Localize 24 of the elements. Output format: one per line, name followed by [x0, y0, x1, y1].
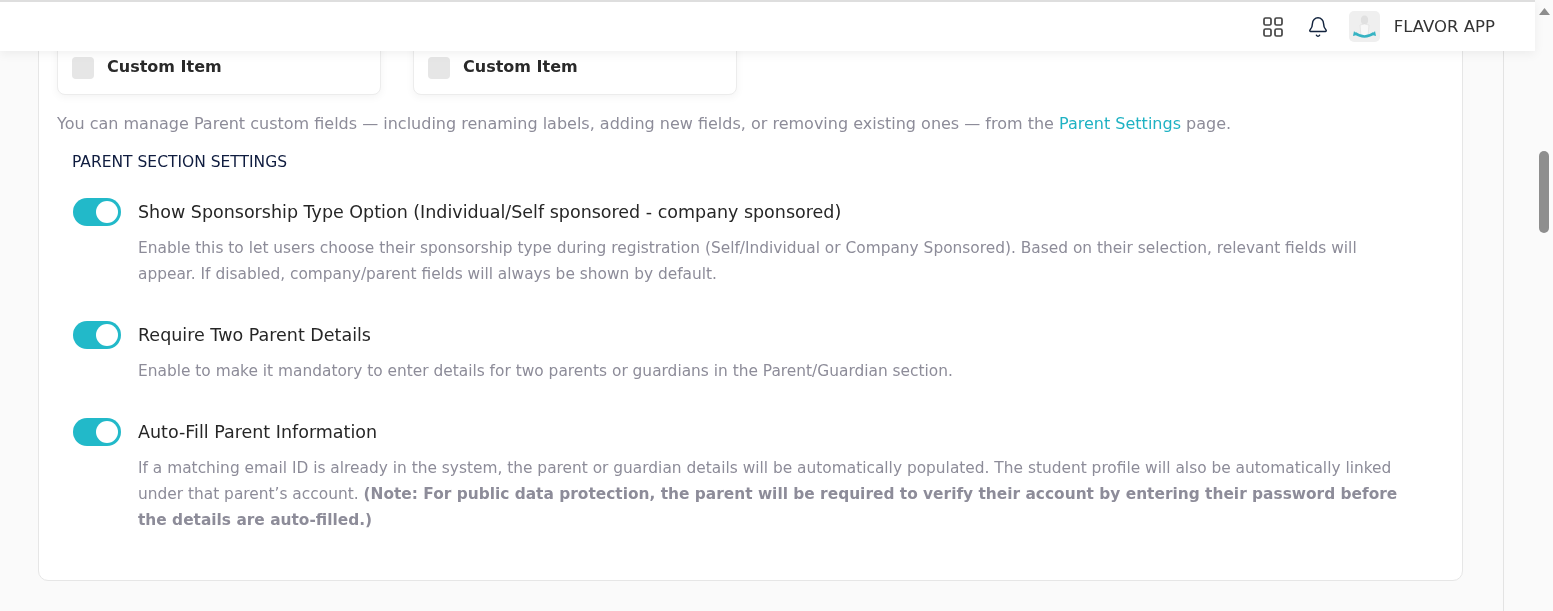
checkbox[interactable]: [72, 57, 94, 79]
toggle-switch[interactable]: [73, 321, 121, 349]
setting-title: Show Sponsorship Type Option (Individual/Self sponsored - company sponsored): [138, 201, 843, 224]
bell-icon: [1306, 15, 1329, 38]
avatar-icon[interactable]: [1348, 11, 1380, 42]
app-name: FLAVOR APP: [1393, 17, 1495, 36]
section-heading: PARENT SECTION SETTINGS: [72, 152, 289, 172]
setting-description: Enable this to let users choose their sponsorship type during registration (Self/Individual or Company Sponsored). Based on their selection, relevant fields will appear. If disabled, company/parent fields will always be shown by default.: [138, 238, 1358, 285]
notifications-button[interactable]: [1306, 15, 1329, 38]
scrollbar-thumb[interactable]: [1539, 151, 1549, 233]
grid-icon: [1262, 16, 1283, 37]
custom-item-label: Custom Item: [463, 56, 578, 78]
custom-item-label: Custom Item: [107, 56, 222, 78]
setting-description: If a matching email ID is already in the system, the parent or guardian details will be automatically populated. The student profile will also be automatically linked under that parent’s account. (Note: For public data protection, the parent will be required to verify their account by entering their password before the details are auto-filled.): [138, 458, 1399, 531]
scroll-up-arrow-icon[interactable]: [1538, 8, 1550, 15]
toggle-switch[interactable]: [73, 198, 121, 226]
setting-title: Require Two Parent Details: [138, 324, 372, 347]
checkbox[interactable]: [428, 57, 450, 79]
custom-fields-note: You can manage Parent custom fields — including renaming labels, adding new fields, or removing existing ones — from the Parent Settings page.: [57, 113, 1233, 135]
setting-description: Enable to make it mandatory to enter details for two parents or guardians in the Parent/Guardian section.: [138, 361, 954, 382]
parent-settings-link[interactable]: Parent Settings: [1059, 114, 1181, 133]
setting-title: Auto-Fill Parent Information: [138, 421, 379, 444]
toggle-switch[interactable]: [73, 418, 121, 446]
apps-grid-button[interactable]: [1262, 16, 1283, 37]
